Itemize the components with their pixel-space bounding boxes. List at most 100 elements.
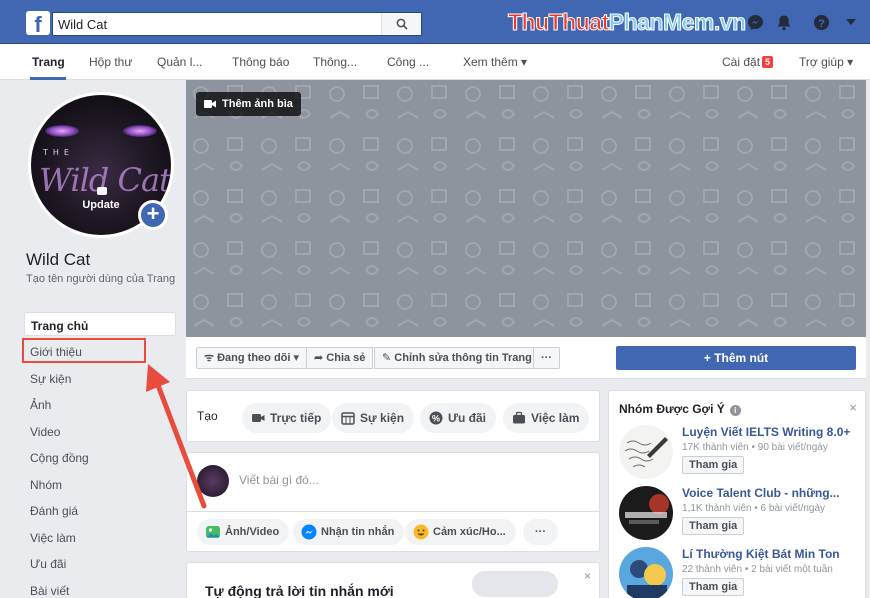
close-icon[interactable]: × [849,400,857,415]
search-input[interactable] [58,16,378,32]
job-label: Việc làm [531,411,580,425]
messenger-blue-icon [301,524,317,540]
tab-notifications[interactable]: Thông báo [232,55,289,69]
camera-icon [97,187,107,195]
group-thumbnail[interactable] [619,486,673,540]
sidebar-item-posts[interactable]: Bài viết [24,578,176,598]
facebook-logo-icon[interactable]: f [26,11,50,35]
group-meta: 1,1K thành viên • 6 bài viết/ngày [682,503,826,514]
pencil-icon: ✎ [382,352,395,364]
join-group-button[interactable]: Tham gia [682,578,745,596]
search-box[interactable] [52,12,422,36]
top-bar: f ThuThuatPhanMem.vn ? [0,0,870,44]
tab-page[interactable]: Trang [32,55,65,69]
following-label: Đang theo dõi ▾ [217,352,300,364]
auto-reply-card: Tự động trả lời tin nhắn mới × [186,562,600,598]
event-button[interactable]: Sự kiện [332,403,415,433]
add-cover-photo-button[interactable]: Thêm ảnh bìa [196,92,301,116]
offer-percent-icon: % [429,411,443,425]
notifications-icon[interactable] [775,13,793,31]
add-profile-photo-plus-icon[interactable]: + [138,200,168,230]
post-text-input[interactable]: Viết bài gì đó... [239,473,319,487]
post-composer: Viết bài gì đó... Ảnh/Video Nhận tin nhắ… [186,452,600,552]
brand-part-1: ThuThuat [508,9,610,36]
suggested-groups-title: Nhóm Được Gợi Ý i [619,402,741,416]
group-name-link[interactable]: Voice Talent Club - những... [682,486,857,500]
account-dropdown-caret-icon[interactable] [842,13,860,31]
photo-video-button[interactable]: Ảnh/Video [197,519,290,545]
photo-video-label: Ảnh/Video [225,526,280,538]
help-icon[interactable]: ? [812,13,830,31]
auto-reply-toggle[interactable] [472,571,558,597]
highlight-annotation-box [22,338,146,363]
job-button[interactable]: Việc làm [503,403,590,433]
live-video-button[interactable]: Trực tiếp [242,403,332,433]
page-tab-nav: Trang Hộp thư Quản l... Thông báo Thông.… [0,44,870,80]
share-button[interactable]: ➦ Chia sẻ [306,347,374,369]
sidebar-item-home[interactable]: Trang chủ [24,312,176,336]
feeling-label: Cảm xúc/Ho... [433,526,506,538]
live-video-icon [252,414,265,422]
feeling-activity-button[interactable]: Cảm xúc/Ho... [405,519,516,545]
close-icon[interactable]: × [584,569,591,583]
group-name-link[interactable]: Luyện Viết IELTS Writing 8.0+ [682,425,857,439]
composer-divider [187,511,599,512]
join-group-button[interactable]: Tham gia [682,517,745,535]
tab-settings[interactable]: Cài đặt 5 [722,55,774,69]
suggested-groups-title-text: Nhóm Được Gợi Ý [619,402,725,416]
watermark-logo: ThuThuatPhanMem.vn [508,9,747,36]
get-messages-button[interactable]: Nhận tin nhắn [293,519,405,545]
create-username-link[interactable]: Tạo tên người dùng của Trang [26,273,176,286]
edit-page-info-button[interactable]: ✎ Chỉnh sửa thông tin Trang [374,347,540,369]
share-label: Chia sẻ [326,352,366,364]
sidebar-item-jobs[interactable]: Việc làm [24,525,176,549]
info-icon[interactable]: i [729,405,741,416]
group-thumbnail[interactable] [619,547,673,598]
group-thumbnail[interactable] [619,425,673,479]
tab-more[interactable]: Xem thêm ▾ [463,55,527,69]
photo-icon [206,526,220,538]
tab-insights[interactable]: Thông... [313,55,357,69]
avatar-text-the: THE [43,148,74,157]
avatar-eye-left [45,125,79,137]
svg-text:%: % [432,414,440,424]
emoji-icon [413,524,429,540]
add-cover-label: Thêm ảnh bìa [222,98,293,110]
avatar-eye-right [123,125,157,137]
tab-manage[interactable]: Quản l... [157,55,202,69]
group-name-link[interactable]: Lí Thường Kiệt Bát Min Ton [682,547,857,561]
add-button[interactable]: + Thêm nút [616,346,856,370]
auto-reply-title: Tự động trả lời tin nhắn mới [205,583,394,598]
search-icon [396,18,408,30]
annotation-arrow [146,364,207,509]
create-post-type-bar: Tạo Trực tiếp Sự kiện % Ưu đãi Việc làm [186,390,600,442]
group-meta: 22 thành viên • 2 bài viết một tuần [682,564,833,575]
video-camera-icon [204,100,216,108]
sidebar-item-offers[interactable]: Ưu đãi [24,551,176,575]
offer-button[interactable]: % Ưu đãi [420,403,496,433]
settings-badge: 5 [762,56,774,68]
group-meta: 17K thành viên • 90 bài viết/ngày [682,442,828,453]
share-arrow-icon: ➦ [314,352,327,364]
search-button[interactable] [381,13,421,35]
tab-inbox[interactable]: Hộp thư [89,55,132,69]
suggested-groups-panel: Nhóm Được Gợi Ý i × Luyện Viết IELTS Writ… [608,390,866,598]
offer-label: Ưu đãi [448,411,486,425]
tab-help[interactable]: Trợ giúp ▾ [799,55,853,69]
composer-more-button[interactable]: ··· [523,519,558,545]
active-tab-indicator [30,77,66,80]
more-actions-button[interactable]: ··· [533,347,560,369]
group-suggestion: Lí Thường Kiệt Bát Min Ton 22 thành viên… [619,547,859,598]
briefcase-icon [513,411,525,424]
page-action-bar: ᯤ Đang theo dõi ▾ ➦ Chia sẻ ✎ Chỉnh sửa … [186,337,866,379]
calendar-icon [341,412,355,425]
live-label: Trực tiếp [270,411,322,425]
settings-label: Cài đặt [722,55,761,69]
group-suggestion: Voice Talent Club - những... 1,1K thành … [619,486,859,546]
join-group-button[interactable]: Tham gia [682,456,745,474]
page-name: Wild Cat [26,250,91,269]
messenger-icon[interactable] [746,13,764,31]
edit-info-label: Chỉnh sửa thông tin Trang [394,352,532,364]
tab-publishing-tools[interactable]: Công ... [387,55,429,69]
event-label: Sự kiện [360,411,405,425]
